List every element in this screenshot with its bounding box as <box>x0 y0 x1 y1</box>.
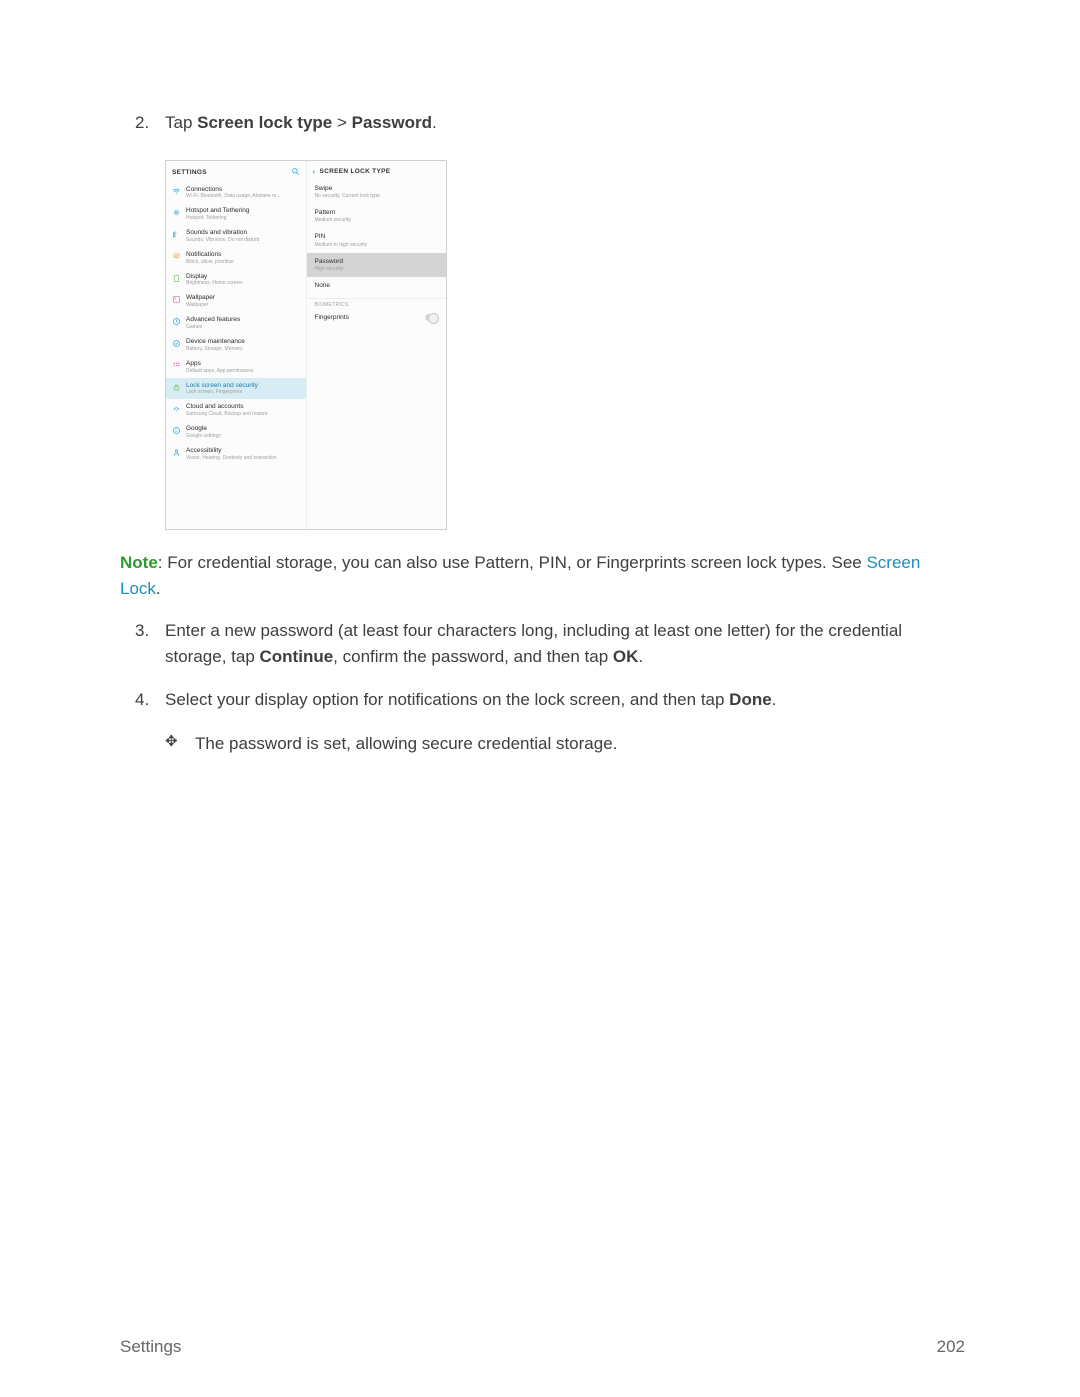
back-icon[interactable]: ‹ <box>313 167 316 176</box>
settings-item-icon <box>172 317 181 326</box>
settings-item-subtitle: Hotspot, Tethering <box>186 215 300 221</box>
fingerprints-label: Fingerprints <box>315 314 349 321</box>
settings-item-icon <box>172 187 181 196</box>
step-4-text: Select your display option for notificat… <box>165 690 776 709</box>
footer-section: Settings <box>120 1337 181 1357</box>
settings-item[interactable]: DisplayBrightness, Home screen <box>166 269 306 291</box>
lock-type-item-subtitle: High security <box>315 266 439 272</box>
settings-item[interactable]: AppsDefault apps, App permissions <box>166 356 306 378</box>
lock-type-header: ‹ SCREEN LOCK TYPE <box>307 161 447 180</box>
settings-item[interactable]: Sounds and vibrationSounds, Vibration, D… <box>166 225 306 247</box>
biometrics-section-label: BIOMETRICS <box>307 298 447 308</box>
settings-item[interactable]: NotificationsBlock, allow, prioritize <box>166 247 306 269</box>
fingerprints-toggle[interactable] <box>425 314 438 321</box>
settings-item-title: Google <box>186 425 300 433</box>
settings-item-title: Cloud and accounts <box>186 403 300 411</box>
settings-item-title: Sounds and vibration <box>186 229 300 237</box>
settings-item-subtitle: Wallpaper <box>186 302 300 308</box>
settings-item-icon <box>172 448 181 457</box>
settings-item-title: Connections <box>186 186 300 194</box>
settings-item-subtitle: Default apps, App permissions <box>186 368 300 374</box>
step-number: 2. <box>135 110 149 136</box>
lock-type-item-subtitle: Medium to high security <box>315 242 439 248</box>
svg-text:G: G <box>175 429 178 433</box>
fingerprints-row[interactable]: Fingerprints <box>307 308 447 327</box>
settings-pane: SETTINGS ConnectionsWi-Fi, Bluetooth, Da… <box>166 161 307 529</box>
lock-type-item-subtitle: No security. Current lock type. <box>315 193 439 199</box>
lock-type-item[interactable]: PINMedium to high security <box>307 228 447 252</box>
lock-type-list: SwipeNo security. Current lock type.Patt… <box>307 180 447 296</box>
lock-type-pane: ‹ SCREEN LOCK TYPE SwipeNo security. Cur… <box>307 161 447 529</box>
lock-type-item-title: PIN <box>315 233 439 241</box>
settings-item-subtitle: Google settings <box>186 433 300 439</box>
settings-item[interactable]: Advanced featuresGames <box>166 312 306 334</box>
settings-item-title: Advanced features <box>186 316 300 324</box>
step-4: 4. Select your display option for notifi… <box>120 687 965 756</box>
settings-item-icon <box>172 404 181 413</box>
settings-item-title: Accessibility <box>186 447 300 455</box>
footer-page: 202 <box>937 1337 965 1357</box>
settings-item-subtitle: Block, allow, prioritize <box>186 259 300 265</box>
settings-item[interactable]: WallpaperWallpaper <box>166 290 306 312</box>
settings-header: SETTINGS <box>166 161 306 182</box>
settings-item[interactable]: Lock screen and securityLock screen, Fin… <box>166 378 306 400</box>
step-3-text: Enter a new password (at least four char… <box>165 621 902 666</box>
settings-item-subtitle: Brightness, Home screen <box>186 280 300 286</box>
lock-type-item[interactable]: PasswordHigh security <box>307 253 447 277</box>
lock-type-item-subtitle: Medium security <box>315 217 439 223</box>
settings-item[interactable]: AccessibilityVision, Hearing, Dexterity … <box>166 443 306 465</box>
lock-type-item-title: Password <box>315 258 439 266</box>
note-label: Note <box>120 553 158 572</box>
settings-item[interactable]: Device maintenanceBattery, Storage, Memo… <box>166 334 306 356</box>
device-screenshot: SETTINGS ConnectionsWi-Fi, Bluetooth, Da… <box>165 160 447 530</box>
settings-item-icon <box>172 208 181 217</box>
settings-item-icon <box>172 252 181 261</box>
settings-item-title: Apps <box>186 360 300 368</box>
settings-item-title: Wallpaper <box>186 294 300 302</box>
settings-item[interactable]: Cloud and accountsSamsung Cloud, Backup … <box>166 399 306 421</box>
note-paragraph: Note: For credential storage, you can al… <box>120 550 965 603</box>
lock-type-title: SCREEN LOCK TYPE <box>319 168 390 175</box>
settings-list: ConnectionsWi-Fi, Bluetooth, Data usage,… <box>166 182 306 465</box>
step-number: 4. <box>135 687 149 713</box>
step-3: 3. Enter a new password (at least four c… <box>120 618 965 669</box>
settings-item[interactable]: ConnectionsWi-Fi, Bluetooth, Data usage,… <box>166 182 306 204</box>
settings-item-subtitle: Vision, Hearing, Dexterity and interacti… <box>186 455 300 461</box>
settings-item-icon <box>172 339 181 348</box>
lock-type-item[interactable]: SwipeNo security. Current lock type. <box>307 180 447 204</box>
settings-item-subtitle: Wi-Fi, Bluetooth, Data usage, Airplane m… <box>186 193 300 199</box>
step-4-sub: The password is set, allowing secure cre… <box>165 731 965 757</box>
settings-item-title: Notifications <box>186 251 300 259</box>
step-2: 2. Tap Screen lock type > Password. <box>120 110 965 136</box>
lock-type-item-title: Pattern <box>315 209 439 217</box>
lock-type-item[interactable]: PatternMedium security <box>307 204 447 228</box>
lock-type-item[interactable]: None <box>307 277 447 295</box>
settings-item-title: Lock screen and security <box>186 382 300 390</box>
settings-item-subtitle: Battery, Storage, Memory <box>186 346 300 352</box>
lock-type-item-title: None <box>315 282 439 290</box>
step-2-text: Tap Screen lock type > Password. <box>165 113 437 132</box>
settings-item-subtitle: Games <box>186 324 300 330</box>
settings-item-icon <box>172 383 181 392</box>
lock-type-item-title: Swipe <box>315 185 439 193</box>
settings-item-subtitle: Samsung Cloud, Backup and restore <box>186 411 300 417</box>
settings-item-icon <box>172 274 181 283</box>
settings-title: SETTINGS <box>172 169 207 176</box>
note-text: For credential storage, you can also use… <box>167 553 866 572</box>
settings-item[interactable]: G GoogleGoogle settings <box>166 421 306 443</box>
settings-item-icon <box>172 295 181 304</box>
search-icon[interactable] <box>291 167 300 178</box>
page-footer: Settings 202 <box>120 1337 965 1357</box>
settings-item-subtitle: Sounds, Vibration, Do not disturb <box>186 237 300 243</box>
settings-item-icon: G <box>172 426 181 435</box>
settings-item-icon <box>172 230 181 239</box>
settings-item-title: Device maintenance <box>186 338 300 346</box>
settings-item-subtitle: Lock screen, Fingerprints <box>186 389 300 395</box>
step-number: 3. <box>135 618 149 644</box>
settings-item-icon <box>172 361 181 370</box>
settings-item[interactable]: Hotspot and TetheringHotspot, Tethering <box>166 203 306 225</box>
settings-item-title: Display <box>186 273 300 281</box>
settings-item-title: Hotspot and Tethering <box>186 207 300 215</box>
